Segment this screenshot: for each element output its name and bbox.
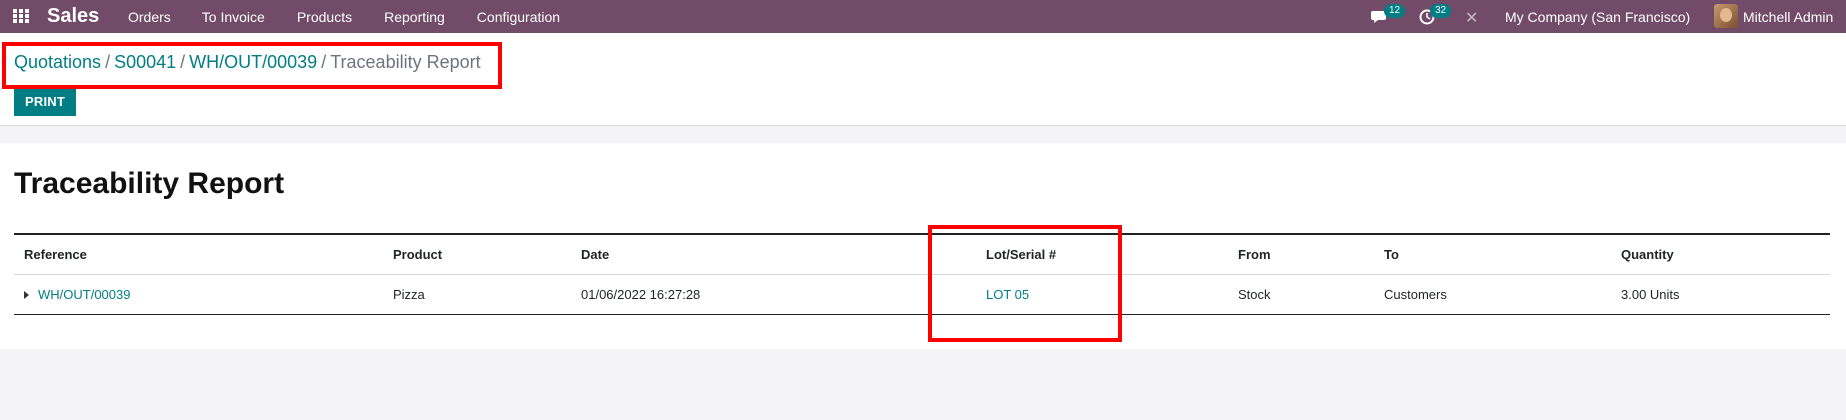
print-button[interactable]: PRINT — [14, 87, 76, 116]
debug-icon[interactable]: ✕ — [1465, 8, 1478, 28]
table-row: WH/OUT/00039 Pizza 01/06/2022 16:27:28 L… — [14, 275, 1830, 314]
expand-caret-icon[interactable] — [24, 290, 29, 299]
apps-menu-icon[interactable] — [13, 9, 31, 23]
column-header-reference: Reference — [24, 247, 87, 262]
column-header-date: Date — [581, 247, 610, 262]
column-header-from: From — [1238, 247, 1271, 262]
from-cell: Stock — [1238, 287, 1271, 302]
date-cell: 01/06/2022 16:27:28 — [581, 287, 701, 302]
breadcrumb-separator: / — [321, 52, 327, 72]
quantity-cell: 3.00 Units — [1621, 287, 1680, 302]
to-cell: Customers — [1384, 287, 1447, 302]
breadcrumb-separator: / — [105, 52, 111, 72]
reference-cell[interactable]: WH/OUT/00039 — [24, 275, 130, 314]
report-title: Traceability Report — [14, 167, 285, 200]
traceability-table: Reference Product Date Lot/Serial # From… — [14, 233, 1830, 315]
top-navbar: Sales Orders To Invoice Products Reporti… — [0, 0, 1846, 33]
app-title[interactable]: Sales — [47, 5, 99, 28]
lot-link[interactable]: LOT 05 — [986, 275, 1029, 314]
column-header-product: Product — [393, 247, 443, 262]
table-header-row: Reference Product Date Lot/Serial # From… — [14, 235, 1830, 275]
breadcrumb-sale-order[interactable]: S00041 — [114, 52, 176, 72]
breadcrumb-delivery[interactable]: WH/OUT/00039 — [189, 52, 317, 72]
control-panel: Quotations / S00041/WH/OUT/00039/Traceabil… — [0, 33, 1846, 126]
product-cell: Pizza — [393, 287, 425, 302]
user-menu[interactable]: Mitchell Admin — [1743, 9, 1833, 25]
menu-item-reporting[interactable]: Reporting — [384, 9, 445, 25]
company-switcher[interactable]: My Company (San Francisco) — [1505, 9, 1690, 25]
column-header-to: To — [1384, 247, 1399, 262]
breadcrumb-current: Traceability Report — [330, 52, 481, 72]
column-header-quantity: Quantity — [1621, 247, 1674, 262]
menu-item-to-invoice[interactable]: To Invoice — [202, 9, 265, 25]
traceability-report: Traceability Report Reference Product Da… — [0, 143, 1846, 349]
menu-item-orders[interactable]: Orders — [128, 9, 171, 25]
messages-count-badge: 12 — [1384, 4, 1406, 18]
column-header-lot: Lot/Serial # — [986, 247, 1057, 262]
main-menu: Orders To Invoice Products Reporting Con… — [128, 9, 592, 25]
menu-item-configuration[interactable]: Configuration — [477, 9, 560, 25]
breadcrumb-separator: / — [180, 52, 186, 72]
activities-count-badge: 32 — [1430, 4, 1452, 18]
reference-link[interactable]: WH/OUT/00039 — [38, 287, 130, 302]
user-avatar[interactable] — [1714, 4, 1738, 28]
breadcrumb-quotations[interactable]: Quotations — [14, 52, 101, 72]
breadcrumb: Quotations / S00041/WH/OUT/00039/Traceabil… — [14, 52, 481, 73]
menu-item-products[interactable]: Products — [297, 9, 352, 25]
